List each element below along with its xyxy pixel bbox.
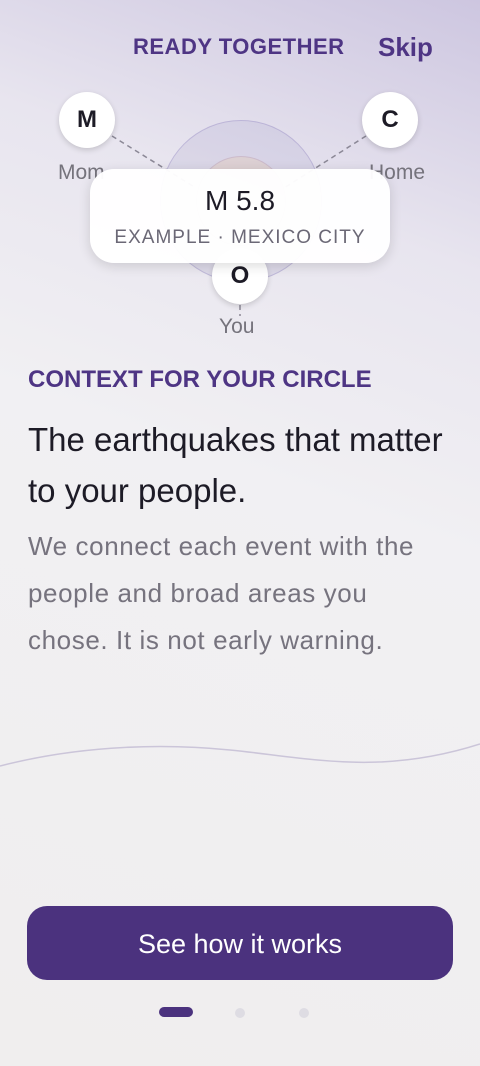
quake-magnitude: M 5.8 [204, 185, 276, 216]
skip-button[interactable]: Skip [378, 32, 433, 63]
quake-location: EXAMPLE · MEXICO CITY [114, 227, 366, 248]
page-headline: The earthquakes that matter to your peop… [28, 421, 443, 509]
section-eyebrow: CONTEXT FOR YOUR CIRCLE [28, 366, 372, 393]
page-dot-2 [235, 1008, 245, 1018]
page-dot-1 [159, 1007, 193, 1017]
circle-diagram: M Mom C Home O You M 5.8 EXAMPLE · MEXIC… [0, 70, 480, 360]
node-mom: M [59, 92, 115, 148]
top-label: READY TOGETHER [133, 34, 345, 59]
node-you-initial: O [230, 262, 250, 289]
decorative-wave [0, 743, 480, 767]
node-mom-initial: M [77, 106, 97, 133]
quake-card: M 5.8 EXAMPLE · MEXICO CITY [90, 169, 390, 263]
body-text: We connect each event with the people an… [28, 531, 415, 655]
node-you-label: You [219, 315, 255, 338]
page-dot-3 [299, 1008, 309, 1018]
see-how-it-works-button[interactable]: See how it works [27, 906, 453, 980]
page-indicator [0, 1007, 480, 1019]
node-home: C [362, 92, 418, 148]
node-home-initial: C [381, 106, 399, 133]
